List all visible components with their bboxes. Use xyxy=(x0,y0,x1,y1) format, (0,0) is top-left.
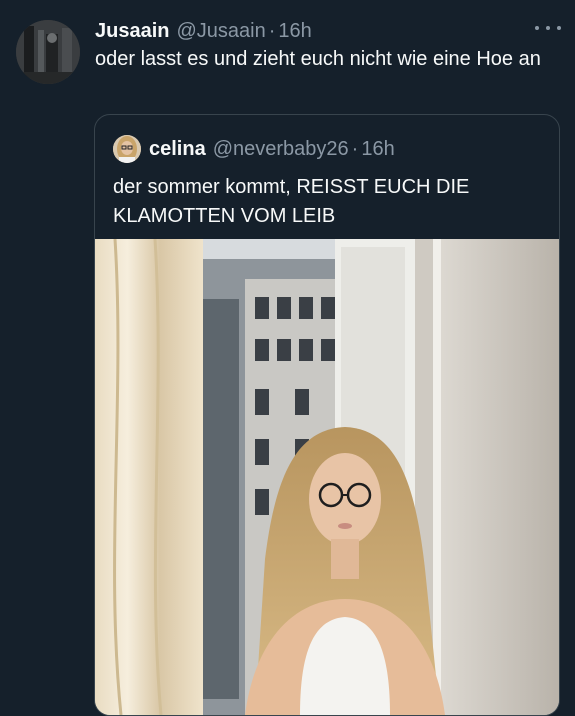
tweet-timestamp[interactable]: 16h xyxy=(278,20,311,43)
quoted-avatar-photo xyxy=(113,135,141,163)
quoted-author-name: celina xyxy=(149,137,206,160)
quoted-header-separator: · xyxy=(351,137,359,160)
more-dot xyxy=(557,26,561,30)
quoted-tweet-photo[interactable] xyxy=(95,239,559,715)
more-horizontal-icon[interactable] xyxy=(535,18,561,38)
quoted-author-avatar xyxy=(113,135,141,163)
quoted-tweet-header: celina @neverbaby26 · 16h xyxy=(113,135,395,163)
quoted-timestamp: 16h xyxy=(361,137,395,160)
header-separator: · xyxy=(268,19,276,42)
quoted-tweet-text: der sommer kommt, REISST EUCH DIE KLAMOT… xyxy=(113,176,470,227)
more-dot xyxy=(546,26,550,30)
quoted-tweet[interactable]: celina @neverbaby26 · 16h der sommer kom… xyxy=(94,114,560,716)
author-handle[interactable]: @Jusaain xyxy=(176,20,265,43)
avatar-photo xyxy=(16,20,80,84)
tweet[interactable]: Jusaain @Jusaain · 16h oder lasst es und… xyxy=(0,0,575,716)
tweet-header: Jusaain @Jusaain · 16h xyxy=(95,17,555,45)
more-dot xyxy=(535,26,539,30)
author-avatar[interactable] xyxy=(16,20,80,84)
tweet-text: oder lasst es und zieht euch nicht wie e… xyxy=(95,48,541,70)
author-name[interactable]: Jusaain xyxy=(95,20,169,43)
photo-illustration xyxy=(95,239,559,715)
quoted-author-handle: @neverbaby26 xyxy=(212,137,349,160)
